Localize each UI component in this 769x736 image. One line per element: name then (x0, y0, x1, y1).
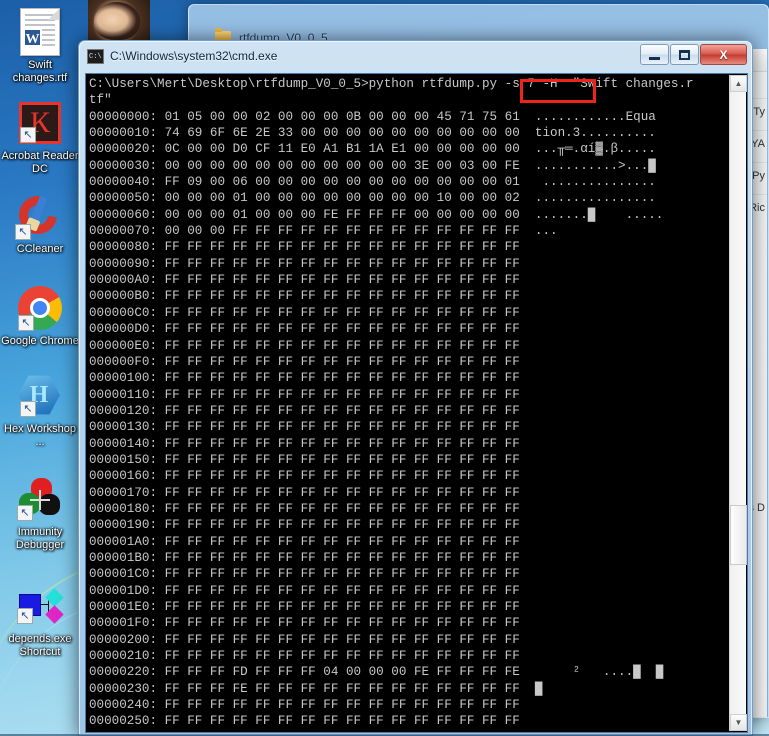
desktop-icon-label: Immunity Debugger (15, 526, 65, 551)
desktop-icon-depends-exe[interactable]: ↖ depends.exe Shortcut (0, 576, 80, 659)
cmd-console-icon: C:\ (87, 48, 104, 64)
shortcut-overlay-icon: ↖ (18, 315, 34, 331)
desktop-icon-label: Swift changes.rtf (12, 59, 68, 84)
desktop-icon-label: Google Chrome (1, 335, 79, 347)
desktop-icon-ccleaner[interactable]: ↖ CCleaner (0, 186, 80, 256)
console-scrollbar[interactable]: ▲ ▼ (729, 75, 747, 731)
console-output-area[interactable]: C:\Users\Mert\Desktop\rtfdump_V0_0_5>pyt… (85, 73, 748, 733)
immunity-debugger-icon: ↖ (16, 475, 64, 523)
word-rtf-document-icon: W (16, 8, 64, 56)
desktop-icon-acrobat-reader-dc[interactable]: К ↖ Acrobat Reader DC (0, 93, 80, 176)
ccleaner-icon: ↖ (11, 188, 65, 242)
desktop-portrait-image (88, 0, 150, 40)
cmd-title-bar[interactable]: C:\ C:\Windows\system32\cmd.exe X (79, 41, 752, 71)
acrobat-reader-icon: К ↖ (16, 99, 64, 147)
close-button[interactable]: X (700, 44, 747, 65)
scroll-down-arrow-icon[interactable]: ▼ (730, 714, 747, 731)
desktop-icon-google-chrome[interactable]: ↖ Google Chrome (0, 278, 80, 348)
scroll-up-arrow-icon[interactable]: ▲ (730, 75, 747, 92)
window-controls: X (639, 44, 747, 65)
minimize-button[interactable] (640, 44, 669, 65)
hex-workshop-icon: H ↖ (16, 372, 64, 420)
desktop-icon-label: Hex Workshop ... (4, 423, 76, 448)
column-fragment-type: Ty (753, 106, 765, 118)
shortcut-overlay-icon: ↖ (20, 401, 36, 417)
desktop-icon-label: depends.exe Shortcut (8, 633, 72, 658)
desktop-icon-label: Acrobat Reader DC (1, 150, 79, 175)
column-fragment-python: Py (752, 170, 765, 182)
desktop-icon-swift-changes-rtf[interactable]: W Swift changes.rtf (0, 2, 80, 85)
shortcut-overlay-icon: ↖ (17, 608, 33, 624)
cmd-window[interactable]: C:\ C:\Windows\system32\cmd.exe X C:\Use… (78, 40, 753, 736)
desktop-icon-label: CCleaner (16, 243, 64, 255)
cmd-window-title: C:\Windows\system32\cmd.exe (110, 49, 278, 63)
desktop-icon-immunity-debugger[interactable]: ↖ Immunity Debugger (0, 469, 80, 552)
desktop-icon-column: W Swift changes.rtf К ↖ Acrobat Reader D… (0, 0, 80, 659)
shortcut-overlay-icon: ↖ (20, 127, 36, 143)
dependency-walker-icon: ↖ (16, 582, 64, 630)
column-fragment-yara: YA (751, 138, 765, 150)
scrollbar-thumb[interactable] (730, 505, 747, 565)
console-text: C:\Users\Mert\Desktop\rtfdump_V0_0_5>pyt… (89, 77, 694, 732)
shortcut-overlay-icon: ↖ (17, 505, 33, 521)
maximize-button[interactable] (670, 44, 699, 65)
desktop-icon-hex-workshop[interactable]: H ↖ Hex Workshop ... (0, 366, 80, 449)
chrome-icon: ↖ (16, 284, 64, 332)
shortcut-overlay-icon: ↖ (15, 224, 31, 240)
